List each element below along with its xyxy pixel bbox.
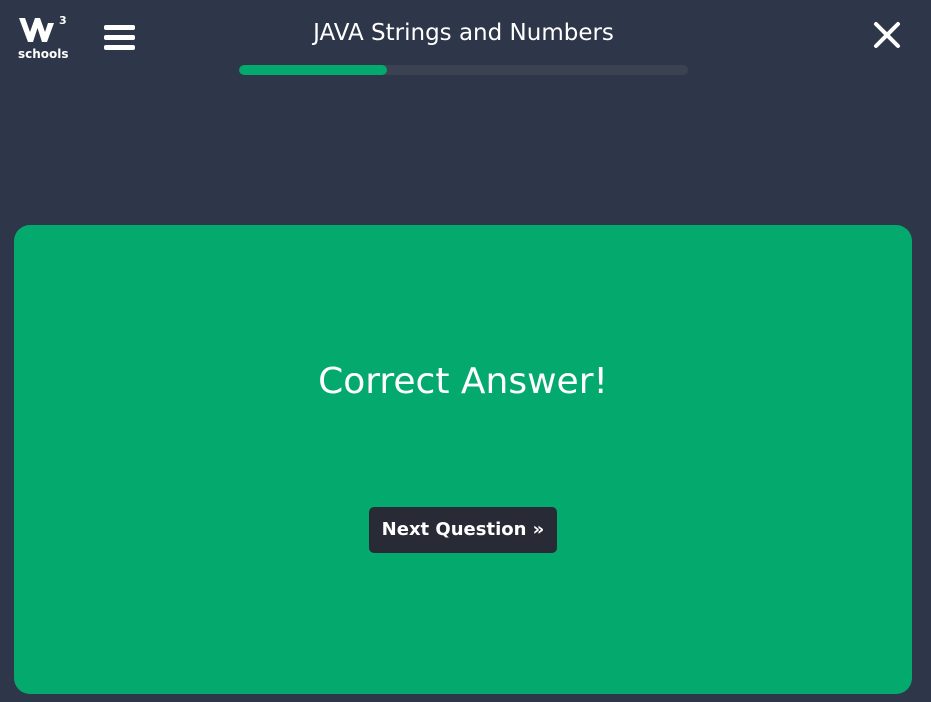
progress-bar [239, 65, 688, 75]
next-question-button[interactable]: Next Question » [369, 507, 557, 553]
result-message: Correct Answer! [318, 361, 608, 402]
close-icon-glyph [874, 22, 900, 48]
close-icon[interactable] [871, 19, 903, 51]
w3-logo-mark-icon [19, 18, 54, 42]
menu-bar [104, 25, 135, 30]
quiz-title: JAVA Strings and Numbers [313, 20, 614, 46]
w3schools-logo[interactable]: 3 schools [18, 14, 70, 62]
logo-text: schools [18, 47, 69, 61]
menu-bar [104, 35, 135, 40]
menu-bar [104, 45, 135, 50]
result-card: Correct Answer! Next Question » [14, 225, 912, 694]
logo-superscript: 3 [59, 14, 67, 27]
progress-bar-fill [239, 65, 388, 75]
hamburger-menu-icon[interactable] [104, 25, 135, 53]
